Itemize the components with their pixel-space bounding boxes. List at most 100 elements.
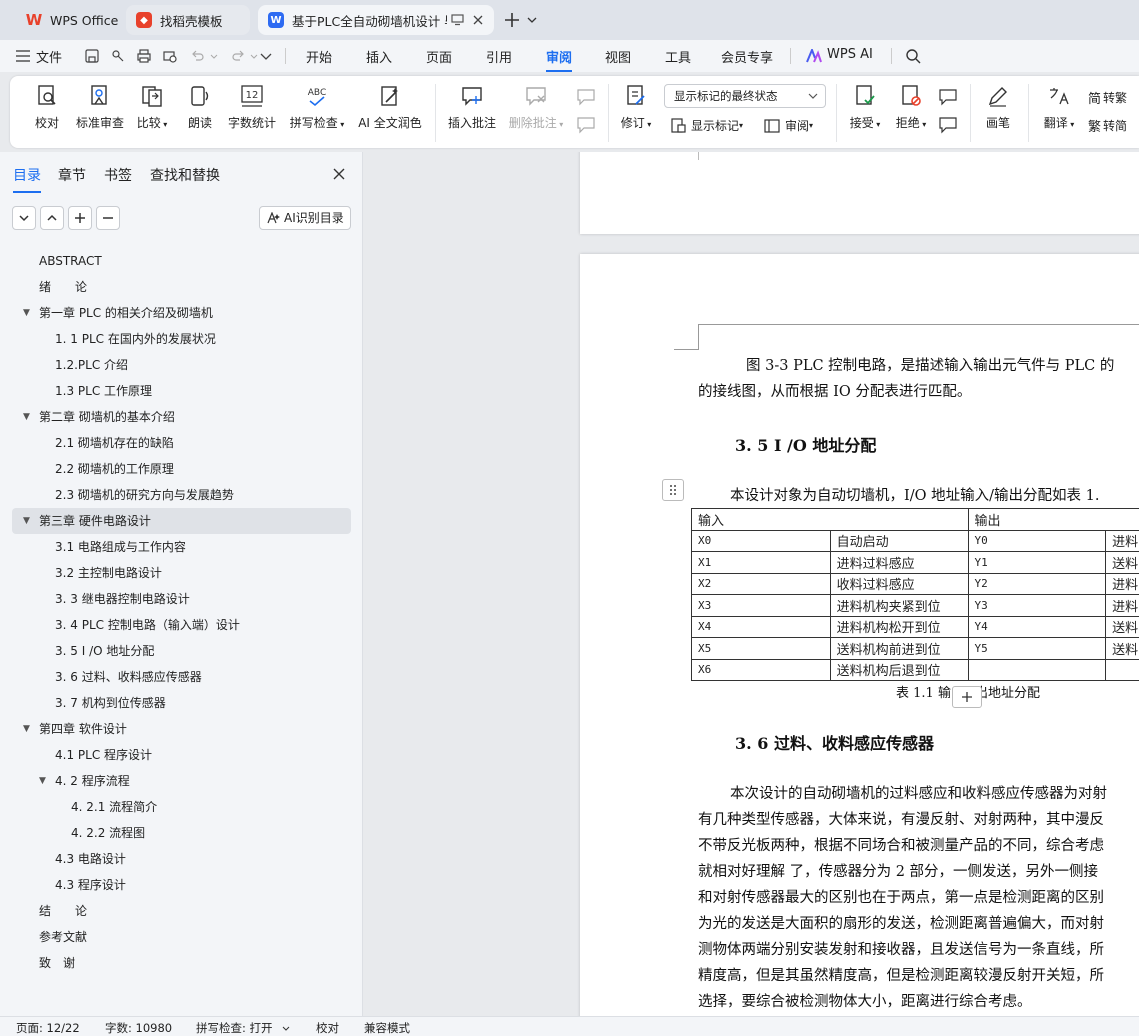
spell-check-button[interactable]: ABC 拼写检查 ▾	[286, 84, 348, 131]
collapse-all-button[interactable]	[12, 206, 36, 230]
toc-item[interactable]: 3.1 电路组成与工作内容	[12, 534, 351, 560]
tab-chapters[interactable]: 章节	[58, 165, 86, 185]
translate-button[interactable]: 翻译 ▾	[1040, 84, 1078, 131]
previous-change-icon[interactable]	[938, 88, 958, 106]
ai-polish-button[interactable]: AI 全文润色	[356, 84, 424, 131]
toc-item[interactable]: 2.2 砌墙机的工作原理	[12, 456, 351, 482]
new-tab-plus-icon[interactable]	[504, 12, 520, 28]
toc-item[interactable]: 3. 4 PLC 控制电路（输入端）设计	[12, 612, 351, 638]
next-comment-icon[interactable]	[576, 116, 596, 134]
markup-state-dropdown[interactable]: 显示标记的最终状态	[664, 84, 826, 108]
pen-button[interactable]: 画笔	[984, 84, 1012, 131]
toc-item[interactable]: 3. 5 I /O 地址分配	[12, 638, 351, 664]
toc-item[interactable]: 致 谢	[12, 950, 351, 976]
menu-insert[interactable]: 插入	[366, 47, 392, 66]
redo-icon[interactable]	[230, 48, 246, 64]
tab-wps-office[interactable]: W WPS Office	[16, 5, 120, 35]
save-icon[interactable]	[84, 48, 100, 64]
toc-item[interactable]: 4.3 电路设计	[12, 846, 351, 872]
expand-caret-icon[interactable]: ▼	[23, 508, 30, 534]
toc-item[interactable]: 3. 6 过料、收料感应传感器	[12, 664, 351, 690]
to-traditional-button[interactable]: 简 转繁	[1088, 88, 1127, 107]
tab-toc[interactable]: 目录	[13, 165, 41, 193]
tab-bookmarks[interactable]: 书签	[104, 165, 132, 185]
menu-member[interactable]: 会员专享	[721, 47, 773, 66]
table-move-handle[interactable]	[662, 479, 684, 501]
review-pane-button[interactable]: 审阅 ▾	[764, 117, 813, 134]
show-markup-button[interactable]: 显示标记 ▾	[670, 117, 743, 134]
menu-file[interactable]: 文件	[36, 47, 62, 66]
compare-button[interactable]: 比较 ▾	[134, 84, 170, 131]
toc-item[interactable]: 4. 2.1 流程简介	[12, 794, 351, 820]
toc-item[interactable]: 1. 1 PLC 在国内外的发展状况	[12, 326, 351, 352]
toc-item[interactable]: ▼ 4. 2 程序流程	[12, 768, 351, 794]
quick-access-chevron-icon[interactable]	[260, 52, 272, 62]
status-spell-check[interactable]: 拼写检查: 打开	[196, 1020, 273, 1036]
tab-find-replace[interactable]: 查找和替换	[150, 165, 220, 185]
expand-up-button[interactable]	[40, 206, 64, 230]
to-simplified-button[interactable]: 繁 转简	[1088, 116, 1127, 135]
chevron-down-icon[interactable]	[527, 15, 537, 25]
print-icon[interactable]	[136, 48, 152, 64]
insert-comment-button[interactable]: 插入批注	[447, 84, 497, 131]
toc-item[interactable]: 参考文献	[12, 924, 351, 950]
toc-item[interactable]: ▼ 第三章 硬件电路设计	[12, 508, 351, 534]
toc-item[interactable]: ▼ 第一章 PLC 的相关介绍及砌墙机	[12, 300, 351, 326]
menu-tools[interactable]: 工具	[665, 47, 691, 66]
tab-docer-templates[interactable]: ◆ 找稻壳模板	[126, 5, 250, 35]
toc-item[interactable]: 1.3 PLC 工作原理	[12, 378, 351, 404]
export-icon[interactable]	[110, 48, 126, 64]
status-proofread[interactable]: 校对	[316, 1020, 339, 1036]
close-pane-icon[interactable]	[333, 168, 345, 180]
menu-page[interactable]: 页面	[426, 47, 452, 66]
expand-caret-icon[interactable]: ▼	[39, 768, 46, 794]
toc-item[interactable]: 3. 3 继电器控制电路设计	[12, 586, 351, 612]
redo-dropdown-icon[interactable]	[250, 53, 258, 61]
menu-references[interactable]: 引用	[486, 47, 512, 66]
status-word-count[interactable]: 字数: 10980	[105, 1020, 172, 1036]
toc-item[interactable]: 2.3 砌墙机的研究方向与发展趋势	[12, 482, 351, 508]
expand-caret-icon[interactable]: ▼	[23, 716, 30, 742]
toc-item[interactable]: 绪 论	[12, 274, 351, 300]
reject-button[interactable]: 拒绝 ▾	[892, 84, 930, 131]
menu-view[interactable]: 视图	[605, 47, 631, 66]
delete-comment-button[interactable]: 删除批注 ▾	[506, 84, 566, 131]
standard-review-button[interactable]: 标准审查	[74, 84, 126, 131]
remove-heading-button[interactable]	[96, 206, 120, 230]
expand-caret-icon[interactable]: ▼	[23, 404, 30, 430]
next-change-icon[interactable]	[938, 116, 958, 134]
status-page[interactable]: 页面: 12/22	[16, 1020, 80, 1036]
toc-item[interactable]: 结 论	[12, 898, 351, 924]
undo-dropdown-icon[interactable]	[210, 53, 218, 61]
toc-item[interactable]: ▼ 第四章 软件设计	[12, 716, 351, 742]
menu-home[interactable]: 开始	[306, 47, 332, 66]
toc-item[interactable]: 4. 2.2 流程图	[12, 820, 351, 846]
track-changes-button[interactable]: 修订 ▾	[617, 84, 655, 131]
proofread-button[interactable]: 校对	[32, 84, 62, 131]
toc-item[interactable]: 4.1 PLC 程序设计	[12, 742, 351, 768]
tab-current-document[interactable]: W 基于PLC全自动砌墙机设计 毕	[258, 5, 494, 35]
ai-recognize-toc-button[interactable]: AI识别目录	[259, 206, 351, 230]
toc-item[interactable]: ABSTRACT	[12, 248, 351, 274]
add-table-row-button[interactable]	[952, 686, 982, 708]
word-count-button[interactable]: 12 字数统计	[226, 84, 278, 131]
close-tab-icon[interactable]	[472, 14, 484, 26]
previous-comment-icon[interactable]	[576, 88, 596, 106]
accept-button[interactable]: 接受 ▾	[846, 84, 884, 131]
toc-item[interactable]: 4.3 程序设计	[12, 872, 351, 898]
read-aloud-button[interactable]: 朗读	[186, 84, 214, 131]
menu-wps-ai[interactable]: WPS AI	[827, 47, 873, 62]
search-icon[interactable]	[905, 48, 921, 64]
table-header-input: 输入	[691, 508, 969, 531]
expand-caret-icon[interactable]: ▼	[23, 300, 30, 326]
toc-item[interactable]: 3. 7 机构到位传感器	[12, 690, 351, 716]
menu-review[interactable]: 审阅	[546, 47, 573, 72]
hamburger-menu-icon[interactable]	[16, 50, 30, 62]
undo-icon[interactable]	[190, 48, 206, 64]
toc-item[interactable]: ▼ 第二章 砌墙机的基本介绍	[12, 404, 351, 430]
add-heading-button[interactable]	[68, 206, 92, 230]
print-preview-icon[interactable]	[162, 48, 178, 64]
toc-item[interactable]: 2.1 砌墙机存在的缺陷	[12, 430, 351, 456]
toc-item[interactable]: 1.2.PLC 介绍	[12, 352, 351, 378]
toc-item[interactable]: 3.2 主控制电路设计	[12, 560, 351, 586]
